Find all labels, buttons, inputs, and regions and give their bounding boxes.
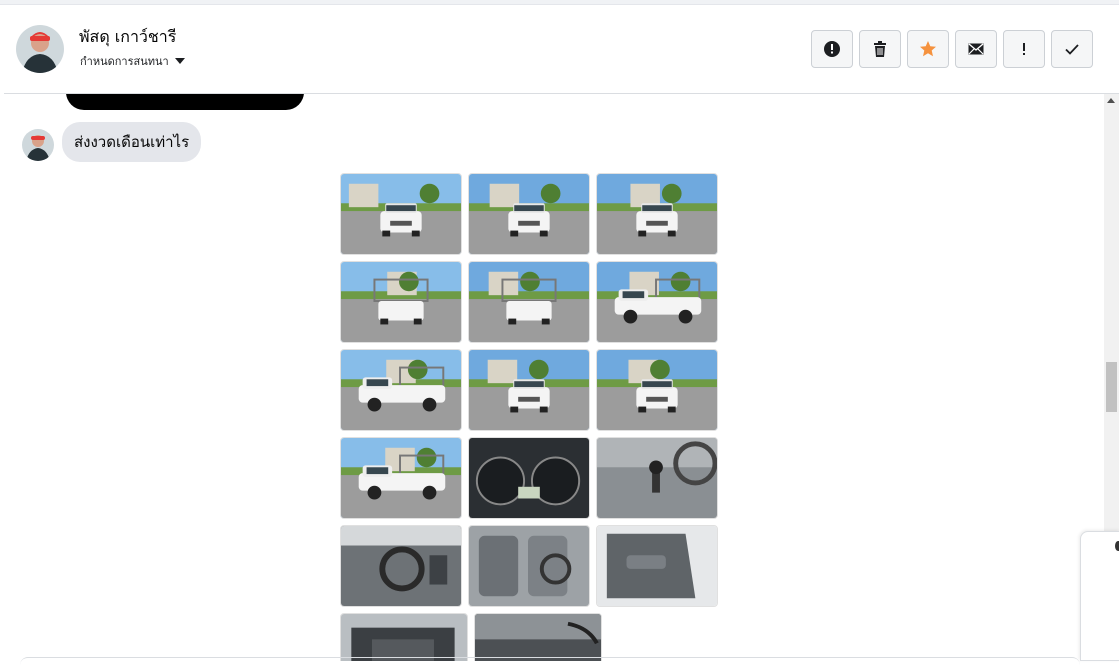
white-pickup-truck-side-image xyxy=(597,262,717,342)
photo-thumbnail[interactable] xyxy=(468,261,590,343)
photo-thumbnail[interactable] xyxy=(468,173,590,255)
photo-thumbnail[interactable] xyxy=(340,613,468,661)
photo-thumbnail[interactable] xyxy=(474,613,602,661)
contact-name[interactable]: พัสดุ เกาว์ชารี xyxy=(79,25,176,50)
trash-icon xyxy=(874,41,886,57)
door-panel-image xyxy=(597,526,717,606)
interior-seats-image xyxy=(469,526,589,606)
delete-button[interactable] xyxy=(859,30,901,68)
previous-message-bubble xyxy=(66,94,304,110)
photo-thumbnail[interactable] xyxy=(596,173,718,255)
photo-thumbnail[interactable] xyxy=(340,525,462,607)
conversation-settings-dropdown[interactable]: กำหนดการสนทนา xyxy=(80,52,185,70)
photo-thumbnail[interactable] xyxy=(340,349,462,431)
checkmark-icon xyxy=(1065,44,1079,55)
white-pickup-truck-front-right-image xyxy=(469,350,589,430)
envelope-icon xyxy=(968,43,984,55)
engine-bay-image xyxy=(341,614,467,661)
photo-thumbnail[interactable] xyxy=(340,173,462,255)
white-pickup-truck-front-image xyxy=(341,174,461,254)
contact-avatar[interactable] xyxy=(16,25,64,73)
done-button[interactable] xyxy=(1051,30,1093,68)
photo-thumbnail[interactable] xyxy=(340,437,462,519)
white-pickup-truck-rear-image xyxy=(469,262,589,342)
white-pickup-truck-front-left-image xyxy=(597,350,717,430)
dashboard-image xyxy=(341,526,461,606)
sender-avatar[interactable] xyxy=(22,129,54,161)
exclamation-icon xyxy=(1023,43,1025,55)
photo-thumbnail[interactable] xyxy=(596,349,718,431)
white-pickup-truck-front-left-image xyxy=(469,174,589,254)
message-composer[interactable] xyxy=(20,657,1080,667)
photo-thumbnail[interactable] xyxy=(468,349,590,431)
star-icon xyxy=(920,41,936,57)
conversation-header: พัสดุ เกาว์ชารี กำหนดการสนทนา xyxy=(4,5,1119,94)
message-bubble[interactable]: ส่งงวดเดือนเท่าไร xyxy=(62,122,202,162)
photo-thumbnail[interactable] xyxy=(340,261,462,343)
white-pickup-truck-side-image xyxy=(341,438,461,518)
header-actions xyxy=(811,30,1093,68)
scroll-up-arrow-icon[interactable] xyxy=(1107,98,1115,103)
alert-circle-icon xyxy=(824,41,840,57)
mark-unread-button[interactable] xyxy=(955,30,997,68)
incoming-message-row: ส่งงวดเดือนเท่าไร xyxy=(22,122,202,162)
photo-thumbnail[interactable] xyxy=(468,525,590,607)
report-button[interactable] xyxy=(811,30,853,68)
side-panel-tab[interactable] xyxy=(1080,531,1119,661)
photo-thumbnail[interactable] xyxy=(468,437,590,519)
interior-trim-image xyxy=(475,614,601,661)
caret-down-icon xyxy=(174,58,185,64)
photo-thumbnail[interactable] xyxy=(596,261,718,343)
white-pickup-truck-side-image xyxy=(341,350,461,430)
photo-thumbnail[interactable] xyxy=(596,525,718,607)
panel-handle-icon xyxy=(1115,541,1119,551)
gear-shift-image xyxy=(597,438,717,518)
conversation-settings-label: กำหนดการสนทนา xyxy=(80,55,169,68)
white-pickup-truck-front-image xyxy=(597,174,717,254)
message-thread: ส่งงวดเดือนเท่าไร xyxy=(4,94,1104,661)
important-button[interactable] xyxy=(1003,30,1045,68)
instrument-cluster-image xyxy=(469,438,589,518)
star-button[interactable] xyxy=(907,30,949,68)
scroll-thumb[interactable] xyxy=(1106,362,1117,412)
white-pickup-truck-rear-left-image xyxy=(341,262,461,342)
photo-thumbnail[interactable] xyxy=(596,437,718,519)
